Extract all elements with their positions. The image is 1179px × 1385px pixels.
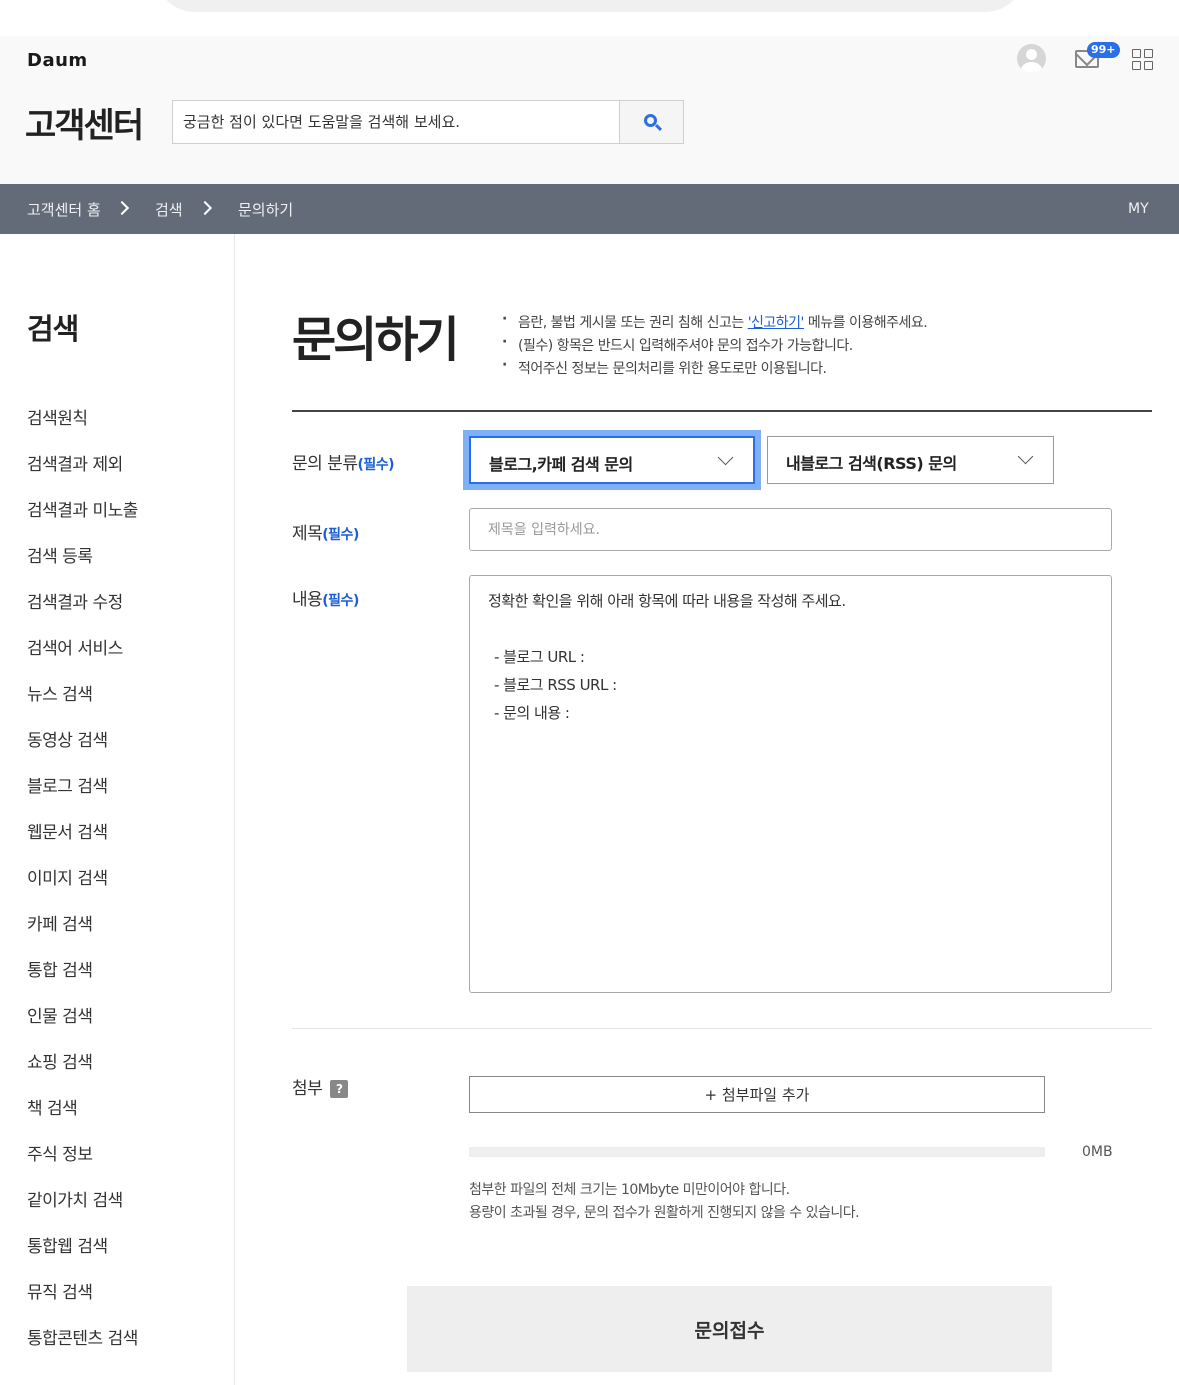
sidebar-title: 검색 [27,312,79,346]
daum-logo[interactable]: Daum [27,50,88,71]
my-link[interactable]: MY [1128,201,1149,217]
add-attachment-button[interactable]: + 첨부파일 추가 [469,1076,1045,1113]
subject-input[interactable] [469,508,1112,551]
help-icon[interactable]: ? [330,1080,349,1098]
notice-list: 음란, 불법 게시물 또는 권리 침해 신고는 '신고하기' 메뉴를 이용해주세… [502,311,928,381]
header: Daum 99+ 고객센터 [0,36,1179,184]
sidebar-item[interactable]: 검색어 서비스 [27,634,138,680]
sidebar-item[interactable]: 통합콘텐츠 검색 [27,1324,138,1370]
page-title: 문의하기 [292,312,460,368]
attachment-size-label: 0MB [1082,1144,1113,1160]
content-textarea[interactable]: 정확한 확인을 위해 아래 항목에 따라 내용을 작성해 주세요. - 블로그 … [469,575,1112,993]
notice-item: (필수) 항목은 반드시 입력해주셔야 문의 접수가 가능합니다. [502,334,927,358]
chevron-down-icon [1017,448,1034,465]
sidebar-item[interactable]: 인물 검색 [27,1002,138,1048]
top-pill [155,0,1025,12]
sidebar-item[interactable]: 블로그 검색 [27,772,138,818]
breadcrumb-current[interactable]: 문의하기 [238,199,293,220]
sidebar-item[interactable]: 검색결과 제외 [27,450,138,496]
breadcrumb: 고객센터 홈 검색 문의하기 MY [0,184,1179,234]
report-link[interactable]: '신고하기' [748,315,805,331]
sidebar-item[interactable]: 이미지 검색 [27,864,138,910]
search-button[interactable] [619,101,683,143]
user-avatar-icon[interactable] [1017,44,1046,73]
breadcrumb-home[interactable]: 고객센터 홈 [27,199,101,220]
content-label: 내용(필수) [292,590,359,610]
attachment-size-bar [469,1147,1045,1157]
search-input[interactable] [173,101,619,143]
sidebar-item[interactable]: 책 검색 [27,1094,138,1140]
chevron-right-icon [114,200,130,216]
sidebar-item[interactable]: 검색결과 미노출 [27,496,138,542]
sidebar-item[interactable]: 통합 검색 [27,956,138,1002]
category-primary-select[interactable]: 블로그,카페 검색 문의 [469,436,755,484]
section-divider [292,410,1152,412]
sidebar-item[interactable]: 주식 정보 [27,1140,138,1186]
category-secondary-select[interactable]: 내블로그 검색(RSS) 문의 [767,436,1054,484]
sidebar-list: 검색원칙 검색결과 제외 검색결과 미노출 검색 등록 검색결과 수정 검색어 … [27,404,138,1370]
sidebar-item[interactable]: 쇼핑 검색 [27,1048,138,1094]
search-box [172,100,684,144]
notification-badge: 99+ [1087,42,1120,58]
notice-item: 음란, 불법 게시물 또는 권리 침해 신고는 '신고하기' 메뉴를 이용해주세… [502,311,928,335]
browser-top-strip [0,0,1179,36]
sidebar-item[interactable]: 카페 검색 [27,910,138,956]
subject-label: 제목(필수) [292,524,359,544]
sidebar: 검색 검색원칙 검색결과 제외 검색결과 미노출 검색 등록 검색결과 수정 검… [0,234,235,1385]
sidebar-item[interactable]: 검색 등록 [27,542,138,588]
chevron-down-icon [717,449,734,466]
service-title[interactable]: 고객센터 [25,98,144,147]
category-label: 문의 분류(필수) [292,454,395,474]
sidebar-item[interactable]: 뉴스 검색 [27,680,138,726]
sidebar-item[interactable]: 웹문서 검색 [27,818,138,864]
sidebar-item[interactable]: 통합웹 검색 [27,1232,138,1278]
chevron-right-icon [197,200,213,216]
sidebar-item[interactable]: 검색원칙 [27,404,138,450]
attach-label: 첨부? [292,1074,349,1099]
sidebar-item[interactable]: 뮤직 검색 [27,1278,138,1324]
breadcrumb-search[interactable]: 검색 [155,199,183,220]
submit-button[interactable]: 문의접수 [407,1286,1052,1372]
app-grid-icon[interactable] [1132,49,1154,71]
sidebar-item[interactable]: 동영상 검색 [27,726,138,772]
sidebar-item[interactable]: 같이가치 검색 [27,1186,138,1232]
section-divider [292,1028,1152,1029]
sidebar-item[interactable]: 검색결과 수정 [27,588,138,634]
notice-item: 적어주신 정보는 문의처리를 위한 용도로만 이용됩니다. [502,357,927,381]
attachment-note: 첨부한 파일의 전체 크기는 10Mbyte 미만이어야 합니다. 용량이 초과… [469,1182,860,1221]
